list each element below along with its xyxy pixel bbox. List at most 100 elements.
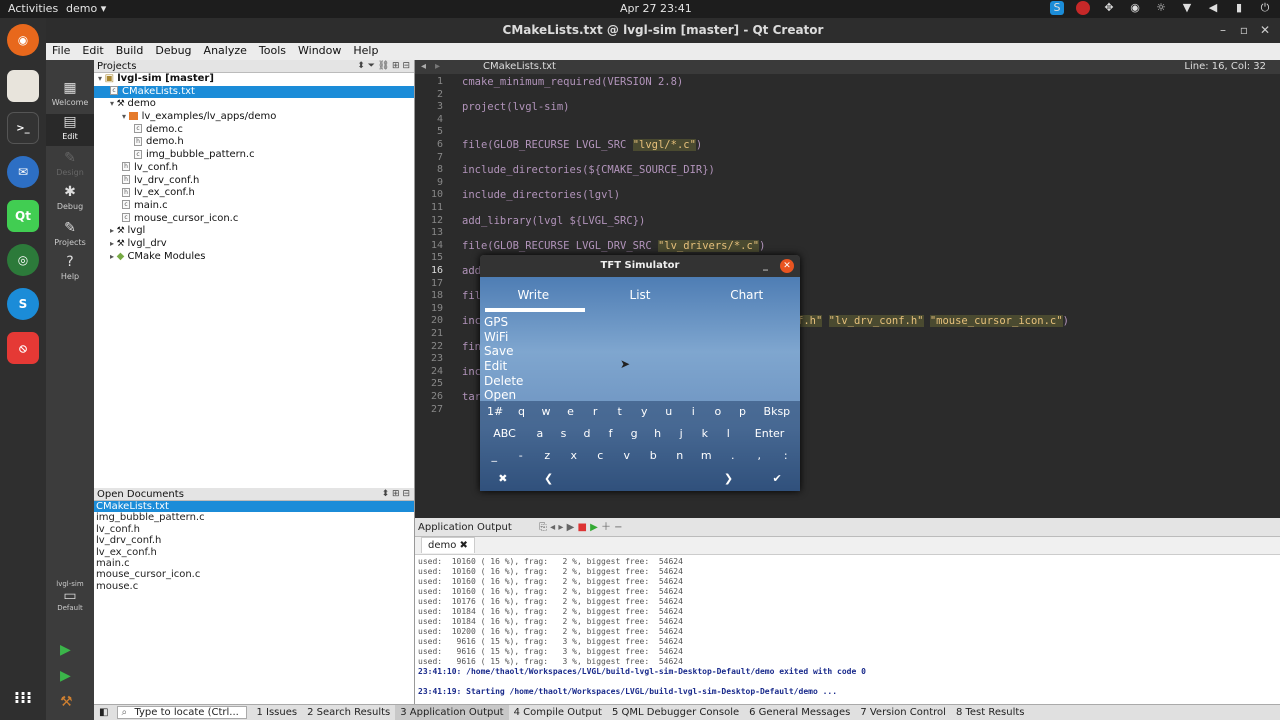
files-icon[interactable] — [7, 70, 39, 102]
steam-tray-icon[interactable]: ◉ — [1128, 1, 1142, 15]
tree-item[interactable]: h lv_ex_conf.h — [94, 187, 414, 200]
key-z[interactable]: z — [534, 445, 561, 467]
pane-general-messages[interactable]: 6 General Messages — [744, 705, 855, 720]
tree-item[interactable]: ▾ lv_examples/lv_apps/demo — [94, 111, 414, 124]
key--[interactable]: - — [508, 445, 535, 467]
pane-version-control[interactable]: 7 Version Control — [855, 705, 951, 720]
list-entry[interactable]: Save — [484, 344, 523, 359]
menu-help[interactable]: Help — [347, 43, 384, 60]
editor-file-name[interactable]: CMakeLists.txt — [483, 60, 556, 74]
close-window-button[interactable]: ✕ — [1260, 18, 1270, 43]
open-document-item[interactable]: lv_drv_conf.h — [94, 535, 414, 546]
tree-item[interactable]: ▾ ▣ lvgl-sim [master] — [94, 73, 414, 86]
nav-back-icon[interactable]: ◂ — [421, 60, 426, 74]
key-1#[interactable]: 1# — [481, 401, 509, 423]
kit-selector[interactable]: lvgl-sim ▭ Default — [46, 580, 94, 612]
key-k[interactable]: k — [693, 423, 717, 445]
key-space[interactable] — [572, 467, 701, 491]
key-v[interactable]: v — [614, 445, 641, 467]
key-y[interactable]: y — [632, 401, 657, 423]
list-entry[interactable]: Edit — [484, 359, 523, 374]
open-document-item[interactable]: img_bubble_pattern.c — [94, 512, 414, 523]
list-entry[interactable]: WiFi — [484, 330, 523, 345]
tree-item[interactable]: h demo.h — [94, 136, 414, 149]
show-apps-icon[interactable]: ⁝⁝⁝ — [7, 682, 39, 714]
key-d[interactable]: d — [575, 423, 599, 445]
skype-icon[interactable]: S — [7, 288, 39, 320]
firefox-icon[interactable]: ◉ — [7, 24, 39, 56]
battery-icon[interactable]: ▮ — [1232, 1, 1246, 15]
key-e[interactable]: e — [558, 401, 583, 423]
dropbox-tray-icon[interactable]: ✥ — [1102, 1, 1116, 15]
tree-item[interactable]: ▾ ⚒ demo — [94, 98, 414, 111]
build-icon[interactable]: ⚒ — [60, 694, 73, 710]
activities-button[interactable]: Activities — [8, 2, 58, 15]
list-entry[interactable]: Delete — [484, 374, 523, 389]
key-c[interactable]: c — [587, 445, 614, 467]
key-✔[interactable]: ✔ — [755, 467, 799, 491]
tree-item[interactable]: c main.c — [94, 200, 414, 213]
key-i[interactable]: i — [681, 401, 706, 423]
qt-creator-icon[interactable]: Qt — [7, 200, 39, 232]
key-u[interactable]: u — [657, 401, 682, 423]
open-document-item[interactable]: main.c — [94, 558, 414, 569]
key-j[interactable]: j — [669, 423, 693, 445]
key-s[interactable]: s — [552, 423, 576, 445]
volume-icon[interactable]: ◀ — [1206, 1, 1220, 15]
thunderbird-icon[interactable]: ✉ — [7, 156, 39, 188]
key-o[interactable]: o — [706, 401, 731, 423]
locate-input[interactable]: ⌕ Type to locate (Ctrl... — [117, 706, 248, 719]
open-document-item[interactable]: CMakeLists.txt — [94, 501, 414, 513]
key-_[interactable]: _ — [481, 445, 508, 467]
pane-compile-output[interactable]: 4 Compile Output — [509, 705, 607, 720]
tree-item[interactable]: c img_bubble_pattern.c — [94, 149, 414, 162]
key-r[interactable]: r — [583, 401, 608, 423]
pane-test-results[interactable]: 8 Test Results — [951, 705, 1030, 720]
tree-item[interactable]: ▸ ⚒ lvgl — [94, 225, 414, 238]
mode-help[interactable]: ? Help — [46, 254, 94, 284]
tree-item[interactable]: c mouse_cursor_icon.c — [94, 213, 414, 226]
menu-debug[interactable]: Debug — [149, 43, 197, 60]
simulator-close-button[interactable]: ✕ — [780, 259, 794, 273]
key-,[interactable]: , — [746, 445, 773, 467]
record-tray-icon[interactable] — [1076, 1, 1090, 15]
app-menu[interactable]: demo ▾ — [66, 2, 106, 15]
debug-run-icon[interactable]: ▶ — [60, 668, 71, 684]
maximize-button[interactable]: ▫ — [1240, 18, 1248, 43]
key-n[interactable]: n — [667, 445, 694, 467]
key-l[interactable]: l — [717, 423, 741, 445]
key-w[interactable]: w — [534, 401, 559, 423]
wifi-icon[interactable]: ▼ — [1180, 1, 1194, 15]
key-❯[interactable]: ❯ — [702, 467, 756, 491]
key-.[interactable]: . — [720, 445, 747, 467]
list-entry[interactable]: GPS — [484, 315, 523, 330]
open-document-item[interactable]: mouse_cursor_icon.c — [94, 569, 414, 580]
open-document-item[interactable]: lv_ex_conf.h — [94, 547, 414, 558]
nav-forward-icon[interactable]: ▸ — [435, 60, 440, 74]
clock[interactable]: Apr 27 23:41 — [620, 2, 692, 15]
minimize-button[interactable]: – — [1220, 18, 1226, 43]
mode-welcome[interactable]: ▦ Welcome — [46, 80, 94, 110]
tree-item[interactable]: h lv_conf.h — [94, 162, 414, 175]
menu-edit[interactable]: Edit — [76, 43, 109, 60]
key-f[interactable]: f — [599, 423, 623, 445]
key-a[interactable]: a — [528, 423, 552, 445]
simulator-text-list[interactable]: GPS WiFi Save Edit Delete Open — [484, 315, 523, 403]
output-tab-demo[interactable]: demo ✖ — [415, 537, 1280, 555]
menu-analyze[interactable]: Analyze — [198, 43, 253, 60]
key-Bksp[interactable]: Bksp — [755, 401, 799, 423]
run-icon[interactable]: ▶ — [60, 642, 71, 658]
mode-edit[interactable]: ▤ Edit — [46, 114, 94, 146]
key-:[interactable]: : — [773, 445, 800, 467]
menu-tools[interactable]: Tools — [253, 43, 292, 60]
tree-item[interactable]: ▸ ◆ CMake Modules — [94, 251, 414, 264]
menu-build[interactable]: Build — [110, 43, 150, 60]
power-icon[interactable]: ⏻ — [1258, 1, 1272, 15]
mode-projects[interactable]: ✎ Projects — [46, 220, 94, 250]
terminal-icon[interactable]: >_ — [7, 112, 39, 144]
tree-item[interactable]: h lv_drv_conf.h — [94, 175, 414, 188]
pane-toolbar-icons[interactable]: ⬍ ⏷ ⛓ ⊞ ⊟ — [357, 60, 410, 73]
skype-tray-icon[interactable]: S — [1050, 1, 1064, 15]
pane-application-output[interactable]: 3 Application Output — [395, 705, 509, 720]
key-ABC[interactable]: ABC — [481, 423, 528, 445]
